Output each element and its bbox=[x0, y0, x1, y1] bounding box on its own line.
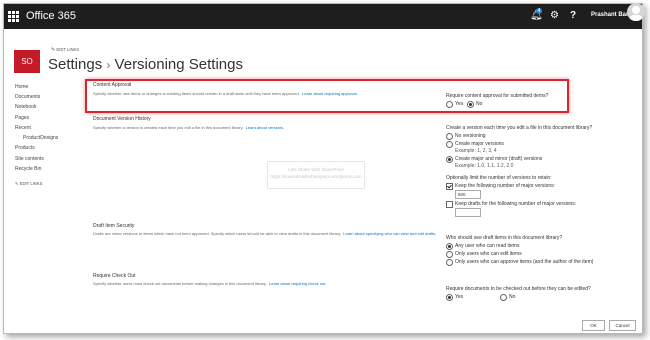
check-out-heading: Require Check Out bbox=[93, 273, 136, 279]
version-history-learn-link[interactable]: Learn about versions. bbox=[246, 125, 284, 130]
content-approval-no-radio[interactable] bbox=[467, 101, 474, 108]
edit-links-top[interactable]: ✎ EDIT LINKS bbox=[51, 47, 79, 53]
check-out-description-text: Specify whether users must check out doc… bbox=[93, 281, 267, 286]
version-limit-label: Optionally limit the number of versions … bbox=[446, 175, 552, 181]
major-versions-example: Example: 1, 2, 3, 4 bbox=[455, 148, 497, 154]
help-icon[interactable]: ? bbox=[570, 10, 576, 21]
any-reader-label[interactable]: Any user who can read items bbox=[455, 243, 519, 249]
page-title-settings[interactable]: Settings bbox=[48, 56, 102, 73]
any-reader-radio[interactable] bbox=[446, 243, 453, 250]
nav-edit-links[interactable]: ✎ EDIT LINKS bbox=[15, 181, 42, 186]
ok-button[interactable]: OK bbox=[582, 320, 605, 331]
content-approval-yes-radio[interactable] bbox=[446, 101, 453, 108]
draft-security-description: Drafts are minor versions or items which… bbox=[93, 231, 436, 236]
keep-major-label[interactable]: Keep the following number of major versi… bbox=[455, 183, 555, 189]
nav-item-recycle-bin[interactable]: Recycle Bin bbox=[15, 166, 41, 172]
major-count-input[interactable]: 500 bbox=[455, 190, 481, 199]
pencil-icon: ✎ bbox=[51, 47, 56, 53]
check-out-learn-link[interactable]: Learn about requiring check out. bbox=[269, 281, 326, 286]
check-out-question: Require documents to be checked out befo… bbox=[446, 286, 591, 292]
edit-links-label: EDIT LINKS bbox=[56, 47, 80, 52]
editors-only-radio[interactable] bbox=[446, 251, 453, 258]
content-approval-question: Require content approval for submitted i… bbox=[446, 93, 549, 99]
cancel-button[interactable]: Cancel bbox=[609, 320, 636, 331]
drafts-count-input[interactable] bbox=[455, 208, 481, 217]
nav-edit-links-label: EDIT LINKS bbox=[19, 181, 43, 186]
nav-item-home[interactable]: Home bbox=[15, 84, 28, 90]
blog-watermark: Lets Share With SharePoint https://howto… bbox=[267, 161, 365, 189]
content-approval-learn-link[interactable]: Learn about requiring approval. bbox=[302, 91, 358, 96]
version-history-question: Create a version each time you edit a fi… bbox=[446, 125, 593, 131]
no-versioning-radio[interactable] bbox=[446, 133, 453, 140]
check-out-yes-label[interactable]: Yes bbox=[455, 294, 463, 300]
nav-item-recent[interactable]: Recent bbox=[15, 125, 31, 131]
draft-security-learn-link[interactable]: Learn about specifying who can view and … bbox=[343, 231, 436, 236]
app-launcher-icon[interactable] bbox=[8, 11, 19, 22]
editors-only-label[interactable]: Only users who can edit items bbox=[455, 251, 522, 257]
no-versioning-label[interactable]: No versioning bbox=[455, 133, 486, 139]
draft-security-description-text: Drafts are minor versions or items which… bbox=[93, 231, 342, 236]
content-approval-yes-label[interactable]: Yes bbox=[455, 101, 463, 107]
approvers-only-radio[interactable] bbox=[446, 259, 453, 266]
minor-versions-label[interactable]: Create major and minor (draft) versions bbox=[455, 156, 542, 162]
minor-versions-example: Example: 1.0, 1.1, 1.2, 2.0 bbox=[455, 163, 514, 169]
breadcrumb-separator: › bbox=[106, 58, 111, 72]
keep-drafts-checkbox[interactable] bbox=[446, 201, 453, 208]
page-title: Settings › Versioning Settings bbox=[48, 56, 243, 73]
suite-bar: Office 365 🔔︎ 4 ⚙ ? Prashant Bansal bbox=[4, 4, 642, 29]
nav-item-products[interactable]: Products bbox=[15, 145, 35, 151]
content-approval-heading: Content Approval bbox=[93, 82, 132, 88]
nav-item-productdesigns[interactable]: ProductDesigns bbox=[23, 135, 58, 141]
version-history-description-text: Specify whether a version is created eac… bbox=[93, 125, 244, 130]
draft-security-heading: Draft Item Security bbox=[93, 223, 135, 229]
app-name[interactable]: Office 365 bbox=[26, 10, 76, 22]
approvers-only-label[interactable]: Only users who can approve items (and th… bbox=[455, 259, 593, 265]
nav-item-site-contents[interactable]: Site contents bbox=[15, 156, 44, 162]
nav-item-notebook[interactable]: Notebook bbox=[15, 104, 36, 110]
nav-item-documents[interactable]: Documents bbox=[15, 94, 40, 100]
check-out-yes-radio[interactable] bbox=[446, 294, 453, 301]
site-logo[interactable]: SO bbox=[14, 50, 40, 73]
major-versions-label[interactable]: Create major versions bbox=[455, 141, 504, 147]
draft-security-question: Who should see draft items in this docum… bbox=[446, 235, 563, 241]
content-approval-description-text: Specify whether new items or changes to … bbox=[93, 91, 300, 96]
gear-icon[interactable]: ⚙ bbox=[550, 10, 559, 21]
check-out-no-radio[interactable] bbox=[500, 294, 507, 301]
keep-major-checkbox[interactable] bbox=[446, 183, 453, 190]
content-approval-no-label[interactable]: No bbox=[476, 101, 482, 107]
watermark-line-1: Lets Share With SharePoint bbox=[288, 167, 344, 172]
minor-versions-radio[interactable] bbox=[446, 156, 453, 163]
page-subtitle: Versioning Settings bbox=[114, 56, 243, 73]
check-out-no-label[interactable]: No bbox=[509, 294, 515, 300]
keep-drafts-label[interactable]: Keep drafts for the following number of … bbox=[455, 201, 576, 207]
watermark-line-2: https://howtodowithsharepoint.wordpress.… bbox=[270, 174, 362, 179]
user-avatar-icon[interactable] bbox=[627, 3, 645, 21]
notification-count-badge: 4 bbox=[536, 8, 542, 14]
pencil-icon: ✎ bbox=[15, 181, 19, 186]
check-out-description: Specify whether users must check out doc… bbox=[93, 281, 326, 286]
nav-item-pages[interactable]: Pages bbox=[15, 115, 29, 121]
version-history-description: Specify whether a version is created eac… bbox=[93, 125, 284, 130]
content-approval-description: Specify whether new items or changes to … bbox=[93, 91, 358, 96]
browser-page-frame: Office 365 🔔︎ 4 ⚙ ? Prashant Bansal SO ✎… bbox=[3, 3, 643, 334]
major-versions-radio[interactable] bbox=[446, 141, 453, 148]
version-history-heading: Document Version History bbox=[93, 116, 151, 122]
